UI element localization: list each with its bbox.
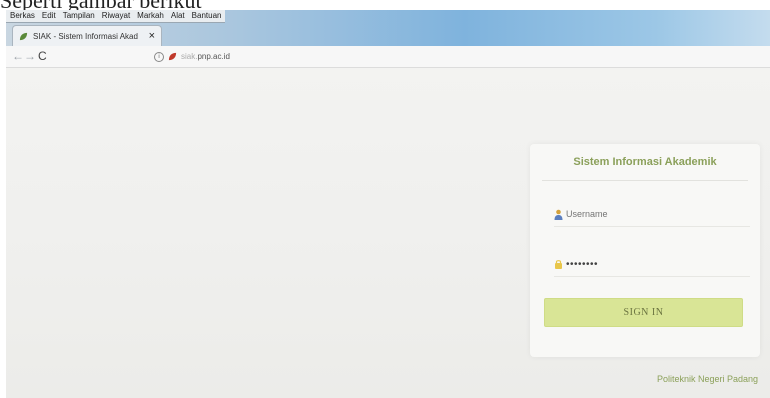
- back-arrow-icon[interactable]: ←: [12, 49, 24, 63]
- info-icon[interactable]: i: [154, 51, 164, 62]
- address-bar[interactable]: i siak.pnp.ac.id: [154, 49, 754, 64]
- leaf-favicon-icon: [19, 32, 28, 40]
- username-underline: [554, 226, 750, 227]
- browser-window: Berkas Edit Tampilan Riwayat Markah Alat…: [6, 10, 770, 398]
- url-text: siak.pnp.ac.id: [181, 52, 230, 61]
- menu-item-bantuan[interactable]: Bantuan: [192, 10, 222, 22]
- browser-tab[interactable]: SIAK - Sistem Informasi Akad ×: [12, 25, 162, 46]
- login-card: Sistem Informasi Akademik •••••••• SIGN …: [530, 144, 760, 357]
- page-content: Sistem Informasi Akademik •••••••• SIGN …: [6, 68, 770, 398]
- title-divider: [542, 180, 748, 181]
- tab-close-icon[interactable]: ×: [149, 30, 155, 42]
- menu-item-berkas[interactable]: Berkas: [10, 10, 35, 22]
- forward-arrow-icon[interactable]: →: [24, 49, 36, 63]
- url-subdomain: siak.: [181, 52, 198, 61]
- password-field[interactable]: ••••••••: [554, 253, 750, 275]
- menu-item-tampilan[interactable]: Tampilan: [63, 10, 95, 22]
- reload-icon[interactable]: C: [38, 49, 47, 63]
- site-favicon-icon: [168, 52, 177, 61]
- lock-icon: [555, 260, 562, 269]
- title-bar: Berkas Edit Tampilan Riwayat Markah Alat…: [6, 10, 770, 46]
- login-title: Sistem Informasi Akademik: [573, 156, 717, 168]
- user-icon: [554, 209, 563, 220]
- menu-bar: Berkas Edit Tampilan Riwayat Markah Alat…: [6, 10, 226, 23]
- navigation-bar: ← → C i siak.pnp.ac.id: [6, 46, 770, 68]
- username-input[interactable]: [566, 209, 736, 219]
- menu-item-riwayat[interactable]: Riwayat: [102, 10, 130, 22]
- password-underline: [554, 276, 750, 277]
- footer-institution: Politeknik Negeri Padang: [656, 374, 758, 384]
- url-domain: pnp.ac.id: [197, 52, 230, 61]
- menu-item-markah[interactable]: Markah: [137, 10, 164, 22]
- tab-title: SIAK - Sistem Informasi Akad: [33, 31, 138, 41]
- sign-in-button[interactable]: SIGN IN: [544, 298, 743, 327]
- menu-item-alat[interactable]: Alat: [171, 10, 185, 22]
- password-input[interactable]: ••••••••: [566, 259, 736, 270]
- menu-item-edit[interactable]: Edit: [42, 10, 56, 22]
- username-field[interactable]: [554, 203, 750, 225]
